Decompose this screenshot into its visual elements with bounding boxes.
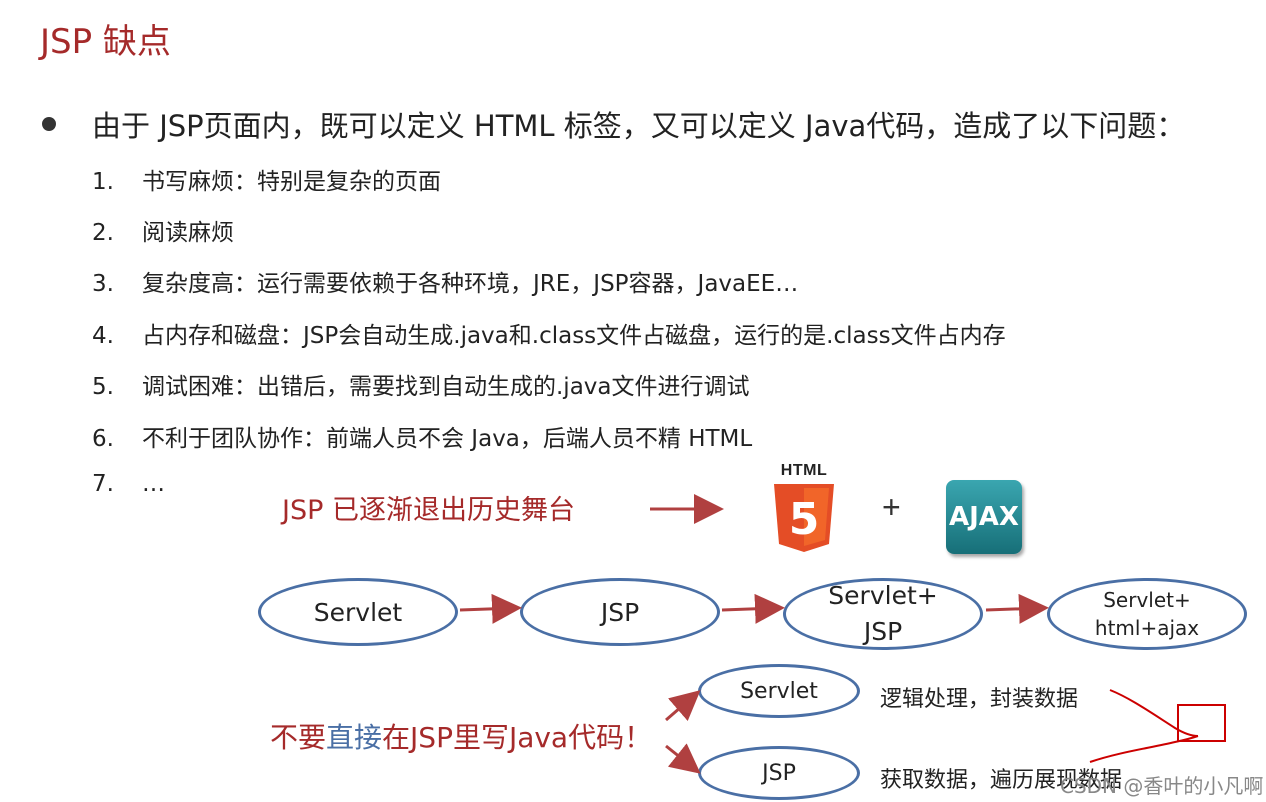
watermark: CSDN @香叶的小凡啊	[1060, 774, 1264, 798]
hand-drawn-line-bottom	[1089, 735, 1199, 763]
hand-drawn-box	[1177, 704, 1226, 742]
slide: JSP 缺点 由于 JSP页面内，既可以定义 HTML 标签，又可以定义 Jav…	[0, 0, 1266, 802]
arrow-flow-2	[721, 593, 785, 624]
arrow-split-up	[665, 690, 701, 722]
arrows-overlay	[459, 494, 1226, 774]
arrow-split-down	[665, 743, 701, 774]
arrow-flow-1	[459, 593, 522, 624]
arrow-flow-3	[985, 593, 1049, 624]
hand-drawn-line-top	[1109, 689, 1199, 737]
